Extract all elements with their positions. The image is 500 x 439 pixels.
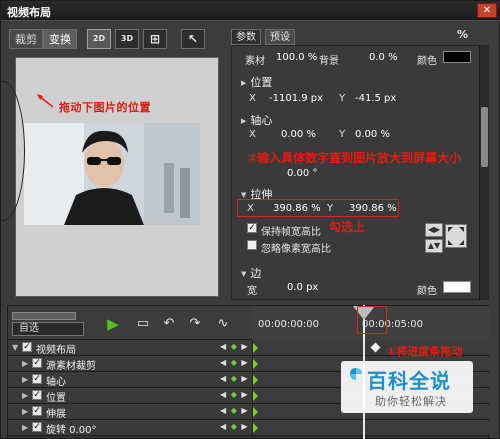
- track-checkbox[interactable]: ✓: [32, 406, 42, 416]
- expand-icon[interactable]: ▶: [22, 375, 28, 384]
- expand-icon[interactable]: ▶: [22, 407, 28, 416]
- keyframe-nav[interactable]: ◀ ◆ ▶: [220, 390, 249, 399]
- track-checkbox[interactable]: ✓: [32, 358, 42, 368]
- section-border[interactable]: 边: [241, 265, 261, 281]
- tab-crop[interactable]: 裁剪: [9, 29, 43, 49]
- track-checkbox[interactable]: ✓: [32, 422, 42, 432]
- rotation-field[interactable]: 0.00 °: [287, 168, 317, 179]
- scrollbar-thumb[interactable]: [481, 107, 488, 167]
- stretch-x-field[interactable]: 390.86 %: [273, 203, 321, 214]
- border-color-label: 颜色: [417, 286, 437, 297]
- color-label: 颜色: [417, 56, 437, 67]
- stretch-y-field[interactable]: 390.86 %: [349, 203, 397, 214]
- track-lane[interactable]: [252, 420, 490, 435]
- annotation-drag-timeline: ①将进度条拖动: [387, 345, 463, 358]
- keyframe-nav[interactable]: ◀ ◆ ▶: [220, 342, 249, 351]
- redo-icon[interactable]: ↷: [184, 316, 206, 334]
- track-name: 视频布局: [36, 345, 76, 356]
- parameters-scrollbar[interactable]: [479, 45, 489, 300]
- arrow-right-icon[interactable]: ◀▶: [425, 223, 443, 237]
- arrow-up-down-icon[interactable]: ▲▼: [425, 239, 443, 253]
- border-width-label: 宽: [247, 286, 257, 297]
- position-y-label: Y: [339, 93, 346, 104]
- section-anchor[interactable]: 轴心: [241, 112, 272, 128]
- fit-to-screen-icon[interactable]: [445, 224, 467, 248]
- auto-select-dropdown[interactable]: 自选: [12, 322, 84, 336]
- material-opacity-field[interactable]: 100.0 %: [276, 52, 317, 63]
- anchor-y-field[interactable]: 0.00 %: [355, 129, 390, 140]
- expand-icon[interactable]: ▶: [22, 359, 28, 368]
- watermark-brand: 百科全说: [367, 369, 451, 393]
- ignore-pixel-aspect-checkbox[interactable]: [247, 240, 257, 250]
- position-y-field[interactable]: -41.5 px: [355, 93, 396, 104]
- track-name: 轴心: [46, 377, 66, 388]
- video-frame[interactable]: [24, 123, 200, 225]
- keyframe-nav[interactable]: ◀ ◆ ▶: [220, 422, 249, 431]
- background-opacity-field[interactable]: 0.0 %: [369, 52, 398, 63]
- undo-icon[interactable]: ↶: [158, 316, 180, 334]
- pointer-icon[interactable]: ↖: [181, 29, 205, 49]
- title-bar: 视频布局 ✕: [1, 1, 500, 21]
- video-layout-window: 视频布局 ✕ 裁剪 变换 2D 3D ⊞ ↖ 拖动下图片的位置 参数 预设 % …: [0, 0, 500, 439]
- preview-canvas[interactable]: [15, 57, 219, 297]
- comment-icon[interactable]: ▭: [132, 316, 154, 334]
- track-name: 伸展: [46, 409, 66, 420]
- position-x-label: X: [249, 93, 256, 104]
- track-row[interactable]: ▶ ✓ 旋转 0.00° ◀ ◆ ▶: [8, 420, 490, 436]
- play-icon[interactable]: ▶: [102, 316, 124, 334]
- annotation-check: 勾选上: [329, 220, 366, 234]
- keep-aspect-label: 保持帧宽高比: [261, 227, 321, 238]
- anchor-x-field[interactable]: 0.00 %: [281, 129, 316, 140]
- percent-toggle[interactable]: %: [457, 28, 468, 41]
- background-label: 背景: [319, 56, 339, 67]
- mode-3d-button[interactable]: 3D: [115, 29, 139, 49]
- track-name: 位置: [46, 393, 66, 404]
- material-label: 素材: [245, 56, 265, 67]
- collapse-icon[interactable]: ▼: [12, 343, 18, 352]
- window-title: 视频布局: [7, 6, 51, 19]
- watermark: 百科全说 助你轻松解决: [341, 361, 473, 413]
- watermark-slogan: 助你轻松解决: [375, 395, 447, 408]
- expand-icon[interactable]: ▶: [22, 391, 28, 400]
- playhead-highlight-box: [357, 306, 387, 334]
- track-checkbox[interactable]: ✓: [22, 342, 32, 352]
- tab-transform[interactable]: 变换: [43, 29, 77, 49]
- timeline-toolbar: 自选 ▶ ▭ ↶ ↷ ∿ 00:00:00:00 00:00:05:00: [8, 306, 490, 340]
- background-color-swatch[interactable]: [443, 51, 471, 63]
- person-image: [24, 123, 200, 225]
- track-checkbox[interactable]: ✓: [32, 390, 42, 400]
- border-width-field[interactable]: 0.0 px: [287, 282, 318, 293]
- tab-presets[interactable]: 预设: [265, 29, 295, 45]
- watermark-logo-icon: [350, 368, 362, 380]
- position-x-field[interactable]: -1101.9 px: [269, 93, 323, 104]
- expand-icon[interactable]: ▶: [22, 423, 28, 432]
- timecode-start: 00:00:00:00: [258, 319, 320, 330]
- annotation-drag-image: 拖动下图片的位置: [59, 101, 151, 114]
- track-name: 旋转 0.00°: [46, 425, 97, 436]
- curve-icon[interactable]: ∿: [212, 316, 234, 334]
- track-checkbox[interactable]: ✓: [32, 374, 42, 384]
- keep-aspect-checkbox[interactable]: ✓: [247, 223, 257, 233]
- ignore-pixel-aspect-label: 忽略像素宽高比: [261, 244, 331, 255]
- grid-icon[interactable]: ⊞: [143, 29, 167, 49]
- keyframe-nav[interactable]: ◀ ◆ ▶: [220, 406, 249, 415]
- timeline-zoom-slider[interactable]: [12, 312, 76, 320]
- annotation-input-values: ②输入具体数字直到图片放大到屏幕大小: [247, 151, 462, 165]
- border-color-swatch[interactable]: [443, 281, 471, 293]
- anchor-x-label: X: [249, 129, 256, 140]
- anchor-y-label: Y: [339, 129, 346, 140]
- section-position[interactable]: 位置: [241, 74, 272, 90]
- stretch-x-label: X: [247, 203, 254, 214]
- track-name: 源素材裁剪: [46, 361, 96, 372]
- keyframe-nav[interactable]: ◀ ◆ ▶: [220, 358, 249, 367]
- tab-parameters[interactable]: 参数: [231, 29, 261, 45]
- keyframe-nav[interactable]: ◀ ◆ ▶: [220, 374, 249, 383]
- mode-2d-button[interactable]: 2D: [87, 29, 111, 49]
- stretch-y-label: Y: [327, 203, 334, 214]
- close-button[interactable]: ✕: [477, 3, 497, 18]
